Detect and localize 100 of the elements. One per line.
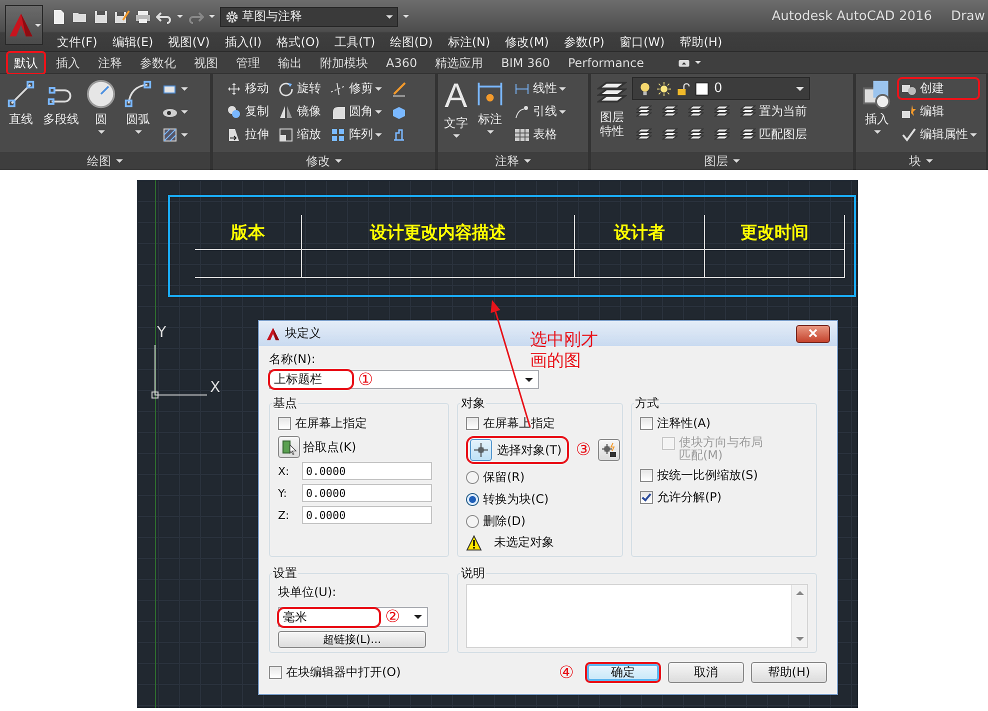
ribbon-button[interactable]: 编辑属性 xyxy=(897,123,980,146)
dialog-button[interactable]: 取消 xyxy=(668,662,744,683)
coordinate-label: Z: xyxy=(278,508,290,522)
ribbon-button[interactable]: 匹配图层 xyxy=(736,123,810,146)
ribbon-button[interactable]: 引线 xyxy=(510,100,569,123)
pick-point-button[interactable] xyxy=(278,436,300,458)
menu-item[interactable]: 窗口(W) xyxy=(620,34,665,50)
save-icon[interactable] xyxy=(93,8,109,24)
menu-item[interactable]: 标注(N) xyxy=(448,34,490,50)
ribbon-button[interactable]: A 文字 xyxy=(442,77,470,140)
dialog-button[interactable]: 确定 xyxy=(585,662,661,683)
checkbox[interactable]: 按统一比例缩放(S) xyxy=(640,466,808,484)
ribbon-tab[interactable]: 精选应用 xyxy=(427,50,492,74)
menu-item[interactable]: 格式(O) xyxy=(276,34,320,50)
caret-icon xyxy=(177,15,183,18)
dialog-button[interactable]: 帮助(H) xyxy=(751,662,827,683)
ribbon-tab[interactable]: 管理 xyxy=(228,50,268,74)
quick-select-button[interactable] xyxy=(598,439,620,461)
menu-item[interactable]: 视图(V) xyxy=(168,34,210,50)
caret-icon xyxy=(98,130,104,134)
radio-button[interactable]: 转换为块(C) xyxy=(466,490,614,508)
ribbon-tab[interactable]: BIM 360 xyxy=(493,50,558,74)
menu-item[interactable]: 修改(M) xyxy=(505,34,549,50)
ribbon-tab[interactable]: 附加模块 xyxy=(312,50,376,74)
ribbon-tab[interactable]: 插入 xyxy=(48,50,88,74)
menu-item[interactable]: 编辑(E) xyxy=(112,34,154,50)
save-as-icon[interactable] xyxy=(114,8,130,24)
ribbon-button[interactable]: 旋转 xyxy=(274,77,324,100)
menu-item[interactable]: 插入(I) xyxy=(224,34,262,50)
close-button[interactable] xyxy=(796,324,830,342)
checkbox[interactable]: 注释性(A) xyxy=(640,414,808,432)
radio-button[interactable]: 删除(D) xyxy=(466,512,614,530)
hyperlink-button[interactable]: 超链接(L)... xyxy=(278,631,426,648)
axis-label: Y xyxy=(157,323,166,341)
caret-icon xyxy=(414,615,422,619)
button-label: 拾取点(K) xyxy=(303,438,356,456)
unit-dropdown[interactable]: 毫米 ② xyxy=(278,607,428,627)
layer-dropdown[interactable]: 0 xyxy=(632,77,810,100)
quick-select-icon xyxy=(600,442,617,458)
ribbon-tab[interactable]: 视图 xyxy=(186,50,226,74)
ribbon-button[interactable]: 镜像 xyxy=(274,100,324,123)
application-button[interactable] xyxy=(5,5,43,45)
ribbon-button[interactable]: 修剪 xyxy=(326,77,385,100)
workspace-dropdown[interactable]: 草图与注释 xyxy=(220,6,398,26)
coordinate-field[interactable]: 0.0000 xyxy=(302,462,432,480)
rotate-icon xyxy=(278,80,294,96)
ribbon-button[interactable]: 圆角 xyxy=(326,100,385,123)
ribbon-tab[interactable]: 参数化 xyxy=(132,50,184,74)
ribbon-button[interactable]: 多段线 xyxy=(41,77,81,130)
menu-item[interactable]: 绘图(D) xyxy=(390,34,433,50)
caret-icon xyxy=(116,159,123,163)
coordinate-field[interactable]: 0.0000 xyxy=(302,506,432,524)
insert-block-icon xyxy=(862,79,892,109)
menu-item[interactable]: 参数(P) xyxy=(564,34,604,50)
ribbon-button[interactable]: 表格 xyxy=(510,123,569,146)
ribbon-button[interactable]: 标注 xyxy=(473,77,507,136)
ribbon-button[interactable]: 圆弧 xyxy=(121,77,155,136)
radio-button[interactable]: 保留(R) xyxy=(466,468,614,486)
ribbon-button[interactable]: 阵列 xyxy=(326,123,385,146)
print-icon[interactable] xyxy=(135,8,151,24)
ribbon-button[interactable]: 线性 xyxy=(510,77,569,100)
layers-icon xyxy=(636,126,652,142)
ribbon-button[interactable]: 图层特性 xyxy=(595,77,629,141)
checkbox[interactable]: 允许分解(P) xyxy=(640,488,808,506)
checkbox[interactable]: 在块编辑器中打开(O) xyxy=(269,664,401,682)
ribbon-button[interactable]: 缩放 xyxy=(274,123,324,146)
new-file-icon[interactable] xyxy=(51,8,67,24)
group-title: 对象 xyxy=(460,395,486,412)
ribbon-button[interactable]: 编辑 xyxy=(897,100,980,123)
menu-item[interactable]: 文件(F) xyxy=(57,34,98,50)
ribbon-button[interactable]: 拉伸 xyxy=(222,123,272,146)
ribbon-button[interactable]: 创建 xyxy=(897,77,980,100)
ribbon-button[interactable]: 圆 xyxy=(84,77,118,136)
leader-icon xyxy=(514,104,530,120)
menu-item[interactable]: 帮助(H) xyxy=(680,34,722,50)
ribbon-button[interactable]: 复制 xyxy=(222,100,272,123)
coordinate-field[interactable]: 0.0000 xyxy=(302,484,432,502)
name-dropdown[interactable]: 上标题栏 ① xyxy=(269,370,539,389)
description-field[interactable] xyxy=(466,584,808,648)
ribbon-tab[interactable]: 输出 xyxy=(270,50,310,74)
scrollbar[interactable] xyxy=(791,585,807,647)
logo-icon xyxy=(266,326,280,340)
scale-icon xyxy=(278,126,294,142)
table-icon xyxy=(514,126,530,142)
block-edit-icon xyxy=(901,104,917,120)
ribbon-button[interactable]: 直线 xyxy=(4,77,38,130)
ribbon-tab[interactable]: 注释 xyxy=(90,50,130,74)
sun-icon xyxy=(657,82,671,96)
ribbon-tab[interactable]: A360 xyxy=(378,50,426,74)
ribbon-tab[interactable]: 默认 xyxy=(6,50,46,74)
step-number: ② xyxy=(385,608,400,626)
ribbon-button[interactable]: 移动 xyxy=(222,77,272,100)
select-objects-button[interactable] xyxy=(470,439,492,461)
circle-icon xyxy=(86,79,116,109)
lock-icon xyxy=(676,82,690,96)
menu-item[interactable]: 工具(T) xyxy=(334,34,376,50)
checkbox[interactable]: 在屏幕上指定 xyxy=(278,414,440,432)
ribbon-button[interactable]: 置为当前 xyxy=(736,100,810,123)
ribbon-tab[interactable]: Performance xyxy=(560,50,652,74)
ribbon-button[interactable]: 插入 xyxy=(860,77,894,136)
